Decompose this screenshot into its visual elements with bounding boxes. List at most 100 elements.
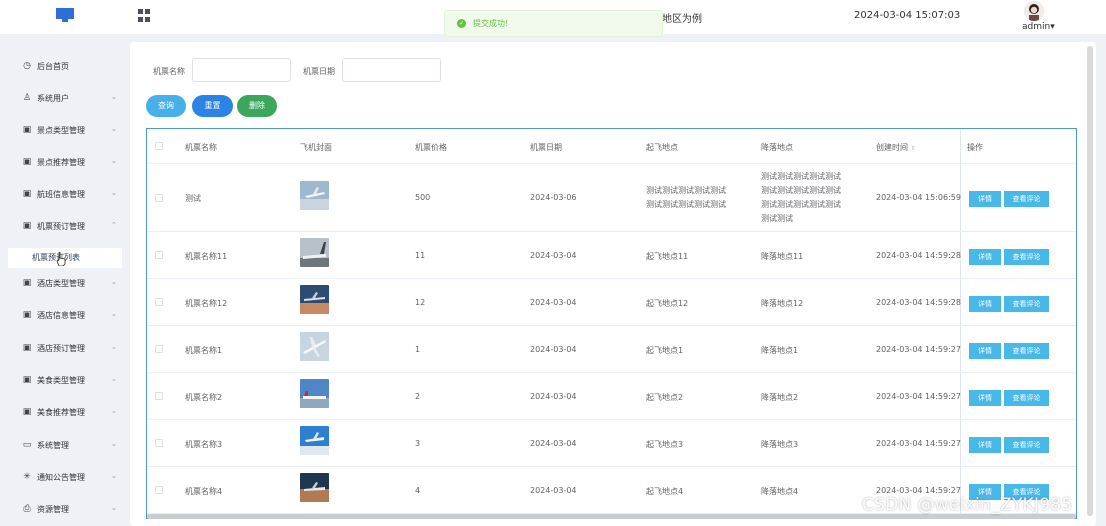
table-row: 机票名称2 2 2024-03-04 起飞地点2 降落地点2 2024-03-0… [147,373,1076,420]
cell-created: 2024-03-04 14:59:27 [876,439,961,448]
view-comments-button[interactable]: 查看评论 [1004,249,1049,265]
sidebar-item-hotel-type[interactable]: ▣ 酒店类型管理 ⌄ [0,267,130,299]
sidebar-item-hotel-booking[interactable]: ▣ 酒店预订管理 ⌄ [0,332,130,364]
delete-button[interactable]: 删除 [237,95,277,117]
sidebar-item-ticket-booking[interactable]: ▣ 机票预订管理 ⌃ [0,210,130,242]
cell-ticket-name: 机票名称2 [185,393,223,402]
row-checkbox[interactable] [155,298,163,306]
cell-price: 4 [415,486,421,495]
col-to: 降落地点 [761,143,793,152]
sidebar-item-label: 景点推荐管理 [37,157,85,167]
chevron-down-icon: ⌄ [111,310,117,318]
datetime-display: 2024-03-04 15:07:03 [854,10,961,21]
ticket-date-label: 机票日期 [303,67,335,76]
chevron-down-icon: ⌄ [111,407,117,415]
detail-button[interactable]: 详情 [969,249,1001,265]
chevron-down-icon: ⌄ [111,93,117,101]
row-checkbox[interactable] [155,392,163,400]
cell-created: 2024-03-04 14:59:27 [876,486,961,495]
row-checkbox[interactable] [155,345,163,353]
sidebar-item-label: 美食类型管理 [37,375,85,385]
cell-to: 降落地点11 [761,252,804,261]
check-circle-icon: ✓ [457,19,466,28]
sort-icon[interactable]: ⇳ [911,145,916,152]
cell-created: 2024-03-04 14:59:27 [876,392,961,401]
row-checkbox[interactable] [155,251,163,259]
cell-from: 起飞地点3 [646,440,684,449]
cell-ticket-name: 机票名称12 [185,299,228,308]
chevron-down-icon: ⌄ [111,278,117,286]
row-checkbox[interactable] [155,194,163,202]
sidebar-item-label: 美食推荐管理 [37,407,85,417]
sidebar-item-label: 景点类型管理 [37,125,85,135]
detail-button[interactable]: 详情 [969,343,1001,359]
sidebar-item-label: 酒店信息管理 [37,310,85,320]
cell-date: 2024-03-04 [530,439,577,448]
picture-icon: ▣ [22,310,32,320]
ticket-name-label: 机票名称 [153,67,185,76]
sidebar-item-food-type[interactable]: ▣ 美食类型管理 ⌄ [0,364,130,396]
cell-ticket-name: 机票名称1 [185,346,223,355]
sidebar-item-home[interactable]: ◷ 后台首页 [0,50,130,82]
cell-price: 3 [415,439,421,448]
sidebar-item-resources[interactable]: ⎙ 资源管理 ⌄ [0,493,130,525]
user-icon: ♙ [22,93,32,103]
plane-cover-image [300,238,329,267]
avatar[interactable] [1024,1,1044,21]
vertical-scrollbar[interactable] [1087,46,1093,516]
user-menu[interactable]: admin▾ [1022,22,1055,32]
sidebar-item-flight-info[interactable]: ▣ 航班信息管理 ⌄ [0,178,130,210]
sidebar-item-hotel-info[interactable]: ▣ 酒店信息管理 ⌄ [0,299,130,331]
toast-message: 提交成功! [473,19,509,28]
view-comments-button[interactable]: 查看评论 [1004,296,1049,312]
plane-cover-image [300,181,329,210]
cell-to: 降落地点1 [761,346,799,355]
menu-toggle-icon[interactable] [138,9,151,22]
cell-date: 2024-03-04 [530,486,577,495]
select-all-checkbox[interactable] [155,142,163,150]
reset-button[interactable]: 重置 [192,95,233,117]
row-checkbox[interactable] [155,486,163,494]
ticket-date-input[interactable] [342,58,441,82]
col-cover: 飞机封面 [300,143,332,152]
cell-from: 起飞地点12 [646,299,689,308]
sidebar-item-label: 后台首页 [37,61,69,71]
sidebar-item-system-users[interactable]: ♙ 系统用户 ⌄ [0,82,130,114]
cell-to: 降落地点4 [761,487,799,496]
detail-button[interactable]: 详情 [969,437,1001,453]
query-button[interactable]: 查询 [146,95,186,117]
cell-date: 2024-03-04 [530,392,577,401]
row-checkbox[interactable] [155,439,163,447]
view-comments-button[interactable]: 查看评论 [1004,191,1049,207]
sidebar-item-label: 系统用户 [37,93,69,103]
cell-ticket-name: 机票名称3 [185,440,223,449]
sidebar-item-system-manage[interactable]: ▭ 系统管理 ⌄ [0,429,130,461]
cell-price: 1 [415,345,421,354]
sidebar-item-scenic-type[interactable]: ▣ 景点类型管理 ⌄ [0,114,130,146]
view-comments-button[interactable]: 查看评论 [1004,343,1049,359]
col-created[interactable]: 创建时间 ⇳ [876,142,916,153]
detail-button[interactable]: 详情 [969,191,1001,207]
cell-ticket-name: 机票名称4 [185,487,223,496]
clock-icon: ◷ [23,61,31,71]
printer-icon: ⎙ [23,504,31,514]
monitor-icon[interactable] [56,8,74,22]
detail-button[interactable]: 详情 [969,296,1001,312]
plane-cover-image [300,473,329,502]
view-comments-button[interactable]: 查看评论 [1004,390,1049,406]
cell-date: 2024-03-04 [530,345,577,354]
sidebar-item-notice[interactable]: ✳ 通知公告管理 ⌄ [0,461,130,493]
sidebar-item-label: 资源管理 [37,504,69,514]
ticket-name-input[interactable] [192,58,291,82]
loading-icon: ✳ [23,472,31,482]
cell-to: 降落地点2 [761,393,799,402]
sidebar-item-scenic-recommend[interactable]: ▣ 景点推荐管理 ⌄ [0,146,130,178]
picture-icon: ▣ [22,375,32,385]
col-from: 起飞地点 [646,143,678,152]
username: admin [1022,22,1051,32]
sidebar-item-food-recommend[interactable]: ▣ 美食推荐管理 ⌄ [0,396,130,428]
detail-button[interactable]: 详情 [969,390,1001,406]
view-comments-button[interactable]: 查看评论 [1004,437,1049,453]
sidebar: ◷ 后台首页 ♙ 系统用户 ⌄ ▣ 景点类型管理 ⌄ ▣ 景点推荐管理 ⌄ ▣ 航班信息管理 ⌄ … [0,34,130,526]
col-date: 机票日期 [530,143,562,152]
